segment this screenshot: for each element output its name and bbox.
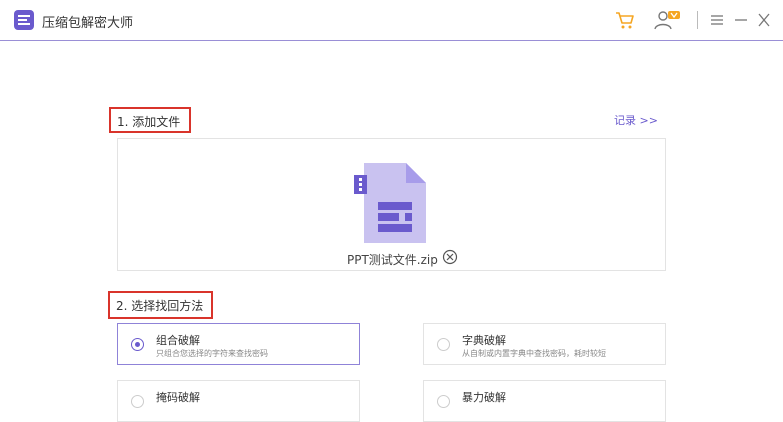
method-title: 暴力破解 bbox=[462, 391, 506, 404]
method-option-brute-force[interactable]: 暴力破解 bbox=[423, 380, 666, 422]
method-option-dictionary[interactable]: 字典破解 从自制或内置字典中查找密码，耗时较短 bbox=[423, 323, 666, 365]
method-option-combination[interactable]: 组合破解 只组合您选择的字符来查找密码 bbox=[117, 323, 360, 365]
step-choose-method-label: 2. 选择找回方法 bbox=[108, 291, 213, 319]
title-separator bbox=[697, 11, 698, 29]
method-option-mask[interactable]: 掩码破解 bbox=[117, 380, 360, 422]
remove-file-icon[interactable] bbox=[442, 249, 458, 269]
user-vip-icon[interactable] bbox=[653, 9, 683, 35]
step-add-file-label: 1. 添加文件 bbox=[109, 107, 191, 133]
records-link[interactable]: 记录 >> bbox=[614, 112, 658, 128]
title-bar: 压缩包解密大师 bbox=[0, 0, 783, 41]
radio-button[interactable] bbox=[437, 338, 450, 351]
zip-file-icon bbox=[354, 162, 428, 248]
radio-button[interactable] bbox=[131, 395, 144, 408]
app-logo-icon bbox=[14, 10, 34, 30]
close-icon[interactable] bbox=[757, 9, 771, 35]
minimize-icon[interactable] bbox=[734, 9, 748, 35]
radio-button[interactable] bbox=[437, 395, 450, 408]
method-description: 只组合您选择的字符来查找密码 bbox=[156, 349, 268, 358]
cart-icon[interactable] bbox=[614, 9, 636, 35]
radio-button[interactable] bbox=[131, 338, 144, 351]
file-name: PPT测试文件.zip bbox=[347, 253, 438, 267]
method-title: 掩码破解 bbox=[156, 391, 200, 404]
app-title: 压缩包解密大师 bbox=[42, 16, 134, 31]
method-title: 字典破解 bbox=[462, 334, 506, 347]
method-title: 组合破解 bbox=[156, 334, 200, 347]
menu-icon[interactable] bbox=[710, 9, 724, 35]
method-description: 从自制或内置字典中查找密码，耗时较短 bbox=[462, 349, 606, 358]
